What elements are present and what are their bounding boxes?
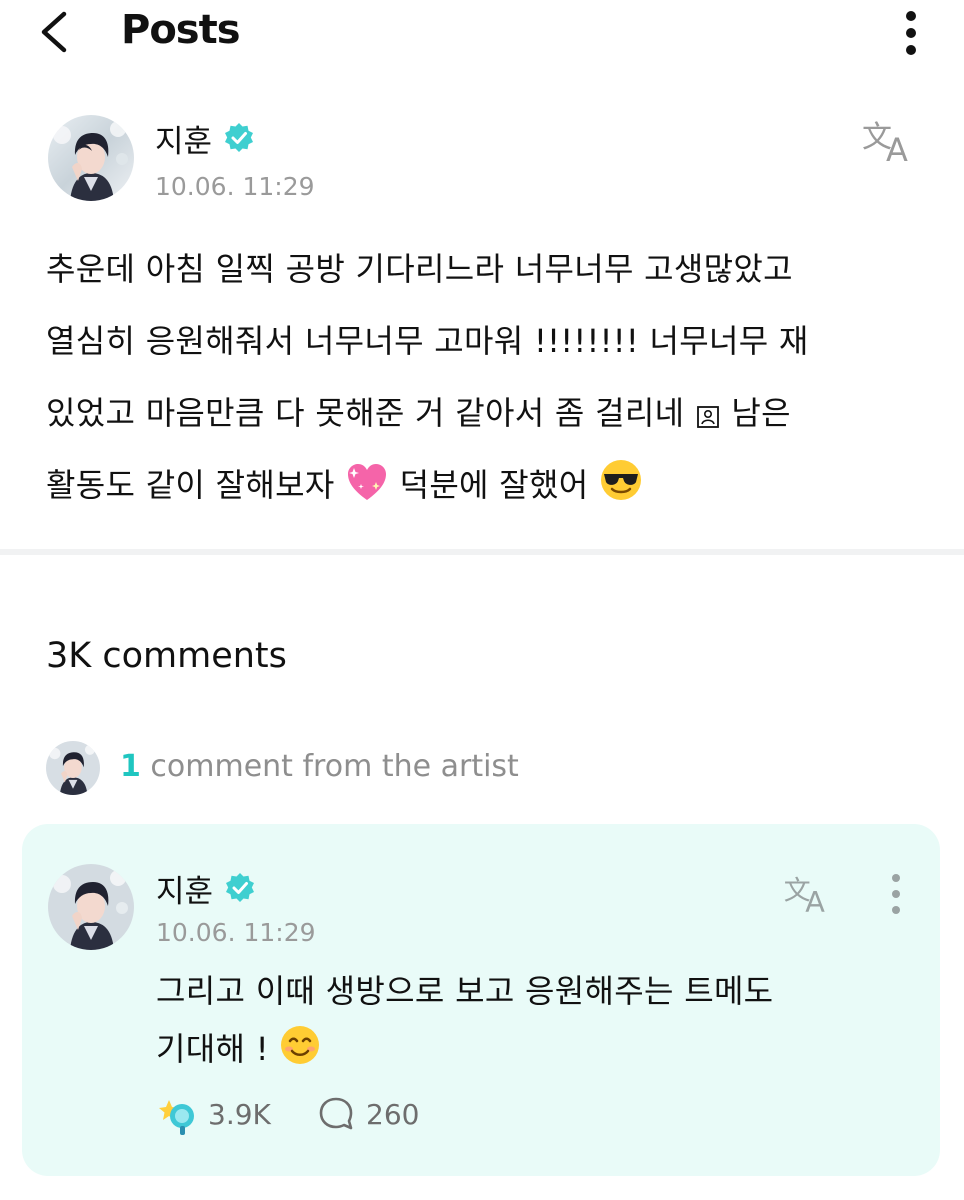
post-timestamp: 10.06. 11:29 [155,172,315,201]
post-body-line: 열심히 응원해줘서 너무너무 고마워 !!!!!!!! 너무너무 재 [46,322,809,360]
artist-comment-text: comment from the artist [140,749,519,784]
reply-count: 260 [366,1098,420,1131]
comment-body: 그리고 이때 생방으로 보고 응원해주는 트메도 기대해 ! [156,962,896,1078]
bowing-person-icon [696,406,719,428]
like-count: 3.9K [208,1098,271,1131]
comment-author-name[interactable]: 지훈 [156,866,213,911]
artist-comments-label: 1 comment from the artist [120,749,519,784]
comment-reactions: 3.9K 260 [156,1092,556,1136]
svg-text:A: A [886,131,908,165]
sparkling-heart-icon [348,464,387,500]
fan-reaction-icon[interactable] [156,1092,200,1136]
author-avatar[interactable] [48,115,134,201]
post-body-line: 있었고 마음만큼 다 못해준 거 같아서 좀 걸리네 [46,394,685,432]
top-bar: Posts [0,0,964,64]
post-body-line: 추운데 아침 일찍 공방 기다리느라 너무너무 고생많았고 [46,250,793,288]
translate-icon[interactable]: 文 A [782,872,834,916]
artist-comment-card: 지훈 10.06. 11:29 文 A 그리고 이때 생방으로 보고 응원해주는… [22,824,940,1176]
sunglasses-face-icon [600,460,641,500]
post-body-line-group: 있었고 마음만큼 다 못해준 거 같아서 좀 걸리네 남은 [46,377,926,449]
more-options-icon[interactable] [896,8,926,56]
comment-bubble-icon[interactable] [318,1096,354,1132]
comment-body-line: 기대해 ! [156,1030,269,1068]
translate-icon[interactable]: 文 A [860,117,918,165]
post-body-line-group: 활동도 같이 잘해보자 덕분에 잘했어 [46,449,926,521]
comment-author-avatar[interactable] [48,864,134,950]
verified-badge-icon [226,873,254,902]
comment-body-line: 그리고 이때 생방으로 보고 응원해주는 트메도 [156,972,774,1010]
post-body-line: 활동도 같이 잘해보자 [46,466,335,504]
back-chevron-icon[interactable] [36,10,76,54]
artist-comments-link[interactable]: 1 comment from the artist [46,741,746,797]
post-body-line: 덕분에 잘했어 [399,466,589,504]
post-body: 추운데 아침 일찍 공방 기다리느라 너무너무 고생많았고 열심히 응원해줘서 … [46,233,926,521]
comments-count: 3K comments [46,636,287,676]
page-title: Posts [121,7,241,53]
artist-comment-count: 1 [120,749,141,784]
comment-timestamp: 10.06. 11:29 [156,918,316,947]
post-body-line: 남은 [731,394,791,432]
smiling-face-icon [281,1026,320,1064]
comment-body-line-group: 기대해 ! [156,1020,896,1078]
comment-more-options-icon[interactable] [884,872,908,916]
author-name[interactable]: 지훈 [155,116,212,161]
artist-avatar [46,741,100,795]
verified-badge-icon [225,123,253,152]
svg-text:A: A [805,885,825,916]
section-divider [0,549,964,555]
